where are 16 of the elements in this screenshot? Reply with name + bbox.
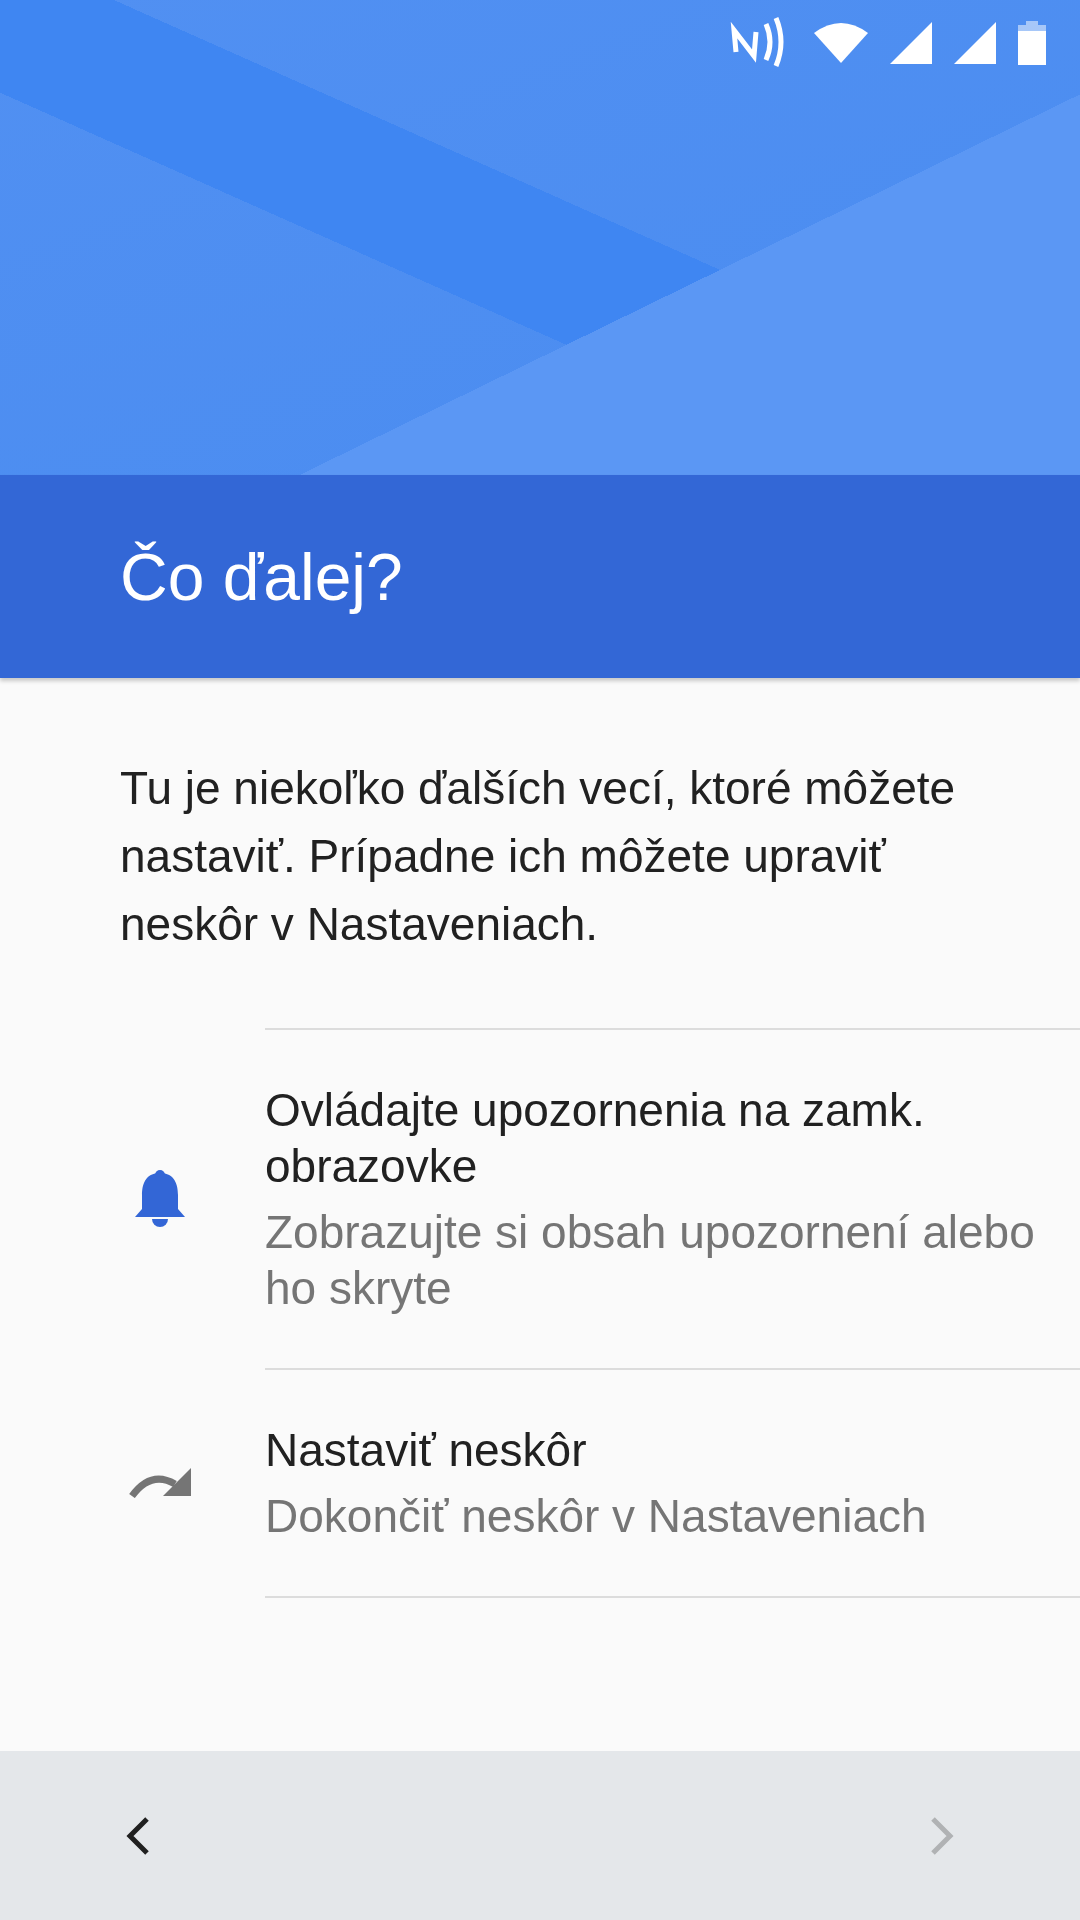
chevron-right-icon <box>930 1816 954 1855</box>
intro-text: Tu je niekoľko ďalších vecí, ktoré môžete nastaviť. Prípadne ich môžete upraviť neskôr v Nastaveniach. <box>120 761 957 952</box>
option-title: Ovládajte upozornenia na zamk. obrazovke <box>265 1083 926 1194</box>
wifi-icon <box>814 21 868 65</box>
signal-icon <box>954 22 996 64</box>
option-subtitle: Dokončiť neskôr v Nastaveniach <box>265 1489 928 1544</box>
bell-icon <box>135 1169 185 1229</box>
chevron-left-icon <box>126 1816 150 1855</box>
page-title: Čo ďalej? <box>120 538 403 615</box>
option-item[interactable]: Ovládajte upozornenia na zamk. obrazovke Zobrazujte si obsah upozornení alebo ho skryte <box>265 1030 1080 1370</box>
option-item[interactable]: Nastaviť neskôr Dokončiť neskôr v Nastaveniach <box>265 1370 1080 1598</box>
signal-icon <box>890 22 932 64</box>
option-title: Nastaviť neskôr <box>265 1423 588 1478</box>
option-subtitle: Zobrazujte si obsah upozornení alebo ho skryte <box>265 1205 1036 1316</box>
battery-icon <box>1018 21 1046 65</box>
redo-arrow-icon <box>129 1468 191 1498</box>
